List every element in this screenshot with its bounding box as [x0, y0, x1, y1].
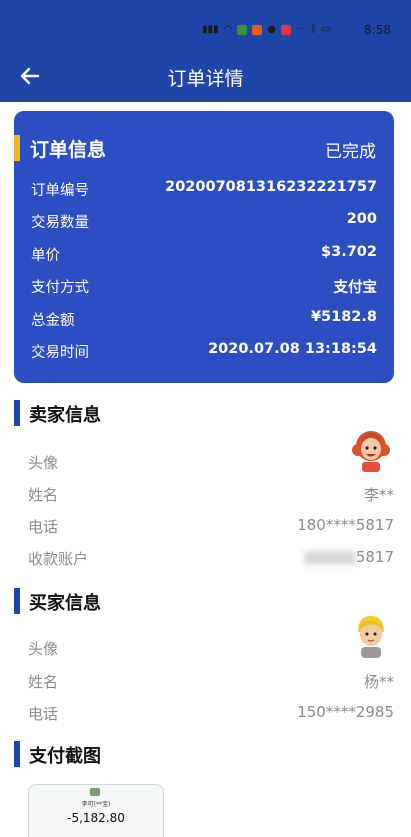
seller-account-row: 收款账户 5817	[28, 548, 394, 570]
seller-account: 5817	[303, 548, 394, 566]
buyer-phone-row: 电话 150****2985	[28, 703, 394, 725]
order-row-total: 总金额 ¥5182.8	[31, 309, 377, 333]
section-accent-bar	[14, 741, 20, 767]
order-row-time: 交易时间 2020.07.08 13:18:54	[31, 341, 377, 365]
buyer-section-title: 买家信息	[29, 593, 101, 614]
buyer-avatar-row: 头像	[28, 638, 394, 660]
screenshot-payee: 李可(**宝)	[81, 801, 111, 808]
payment-section-title: 支付截图	[29, 746, 101, 767]
row-value: 20200708131623222175​7	[165, 179, 377, 195]
row-value: 2020.07.08 13:18:54	[208, 341, 377, 357]
seller-name-row: 姓名 李**	[28, 484, 394, 506]
order-info-title: 订单信息	[30, 139, 107, 161]
payment-screenshot[interactable]: 李可(**宝) -5,182.80	[28, 784, 164, 837]
app-header: ▮▮▮ ◠ ● ··· ᛒ ▭ 8:58 订单详情	[0, 0, 411, 102]
seller-name: 李**	[363, 486, 394, 504]
row-label: 单价	[31, 248, 60, 264]
row-label: 头像	[28, 640, 59, 658]
buyer-phone: 150****2985	[297, 703, 394, 721]
wifi-icon: ◠	[223, 24, 233, 35]
row-label: 姓名	[28, 486, 59, 504]
payment-avatar-icon	[90, 788, 100, 796]
order-status: 已完成	[325, 142, 376, 162]
seller-phone: 180****5817	[297, 516, 394, 534]
screenshot-amount: -5,182.80	[67, 811, 125, 825]
order-row-unit-price: 单价 $3.702	[31, 244, 377, 268]
row-label: 电话	[28, 705, 59, 723]
status-time: 8:58	[364, 23, 391, 37]
battery-icon: ▭	[321, 24, 331, 35]
order-row-payment-method: 支付方式 支付宝	[31, 276, 377, 300]
order-row-number: 订单编号 20200708131623222175​7	[31, 179, 377, 203]
row-label: 订单编号	[31, 183, 89, 199]
status-icons: ▮▮▮ ◠ ● ··· ᛒ ▭	[202, 24, 331, 35]
download-notification-icon	[252, 24, 263, 35]
buyer-name-row: 姓名 杨**	[28, 671, 394, 693]
section-accent-bar	[14, 588, 20, 614]
row-label: 姓名	[28, 673, 59, 691]
buyer-name: 杨**	[363, 673, 394, 691]
page-title: 订单详情	[167, 68, 244, 90]
bell-icon: ●	[267, 24, 276, 35]
seller-account-tail: 5817	[355, 548, 394, 566]
row-label: 收款账户	[28, 550, 89, 568]
row-label: 交易时间	[31, 345, 89, 361]
redacted-block	[303, 550, 356, 565]
row-value: 支付宝	[333, 280, 378, 296]
row-label: 总金额	[31, 313, 75, 329]
row-value: 200	[346, 211, 377, 227]
section-accent-bar	[14, 400, 20, 426]
more-icon: ···	[296, 24, 306, 35]
bluetooth-icon: ᛒ	[310, 24, 317, 35]
row-value: ¥5182.8	[310, 309, 377, 325]
signal-icon: ▮▮▮	[202, 24, 219, 35]
row-label: 交易数量	[31, 215, 89, 231]
section-accent-bar	[14, 135, 20, 161]
order-row-quantity: 交易数量 200	[31, 211, 377, 235]
seller-section-title: 卖家信息	[29, 405, 101, 426]
row-label: 支付方式	[31, 280, 89, 296]
row-value: $3.702	[321, 244, 377, 260]
row-label: 电话	[28, 518, 59, 536]
app-notification-icon	[281, 24, 291, 35]
row-label: 头像	[28, 454, 59, 472]
status-bar: ▮▮▮ ◠ ● ··· ᛒ ▭ 8:58	[0, 20, 411, 44]
app-notification-icon	[237, 24, 248, 35]
seller-phone-row: 电话 180****5817	[28, 516, 394, 538]
seller-avatar-row: 头像	[28, 452, 394, 474]
order-info-card: 订单信息 已完成 订单编号 20200708131623222175​7 交易数…	[14, 111, 394, 383]
